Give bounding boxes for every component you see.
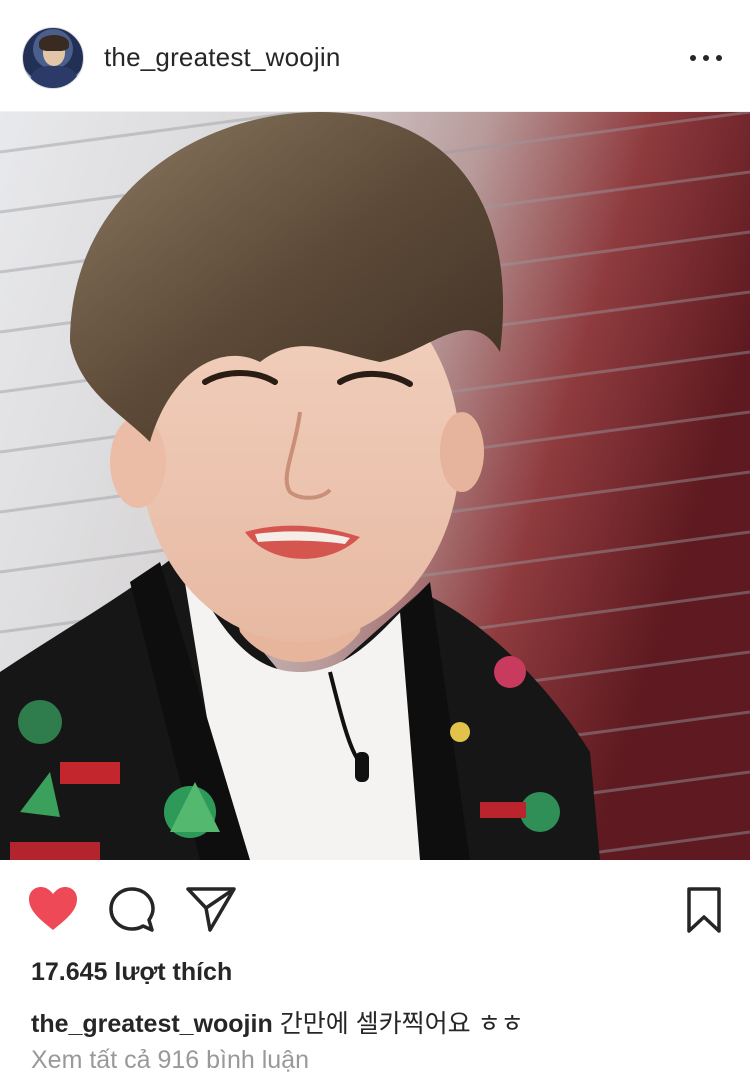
more-options-icon[interactable] bbox=[690, 50, 722, 66]
caption-text: 간만에 셀카찍어요 ㅎㅎ bbox=[279, 1010, 524, 1038]
bookmark-icon[interactable] bbox=[686, 886, 722, 934]
view-all-comments-link[interactable]: Xem tất cả 916 bình luận bbox=[31, 1046, 309, 1075]
post-photo[interactable] bbox=[0, 112, 750, 860]
paper-plane-icon[interactable] bbox=[186, 886, 236, 932]
comment-bubble-icon[interactable] bbox=[108, 886, 156, 934]
username-link[interactable]: the_greatest_woojin bbox=[104, 42, 341, 73]
avatar-shirt bbox=[31, 66, 77, 88]
more-dot bbox=[703, 55, 709, 61]
avatar[interactable] bbox=[22, 27, 84, 89]
avatar-hair bbox=[39, 35, 69, 51]
post-photo-art bbox=[0, 112, 750, 860]
more-dot bbox=[716, 55, 722, 61]
caption-username[interactable]: the_greatest_woojin bbox=[31, 1010, 273, 1038]
post-actions bbox=[0, 860, 750, 960]
caption: the_greatest_woojin 간만에 셀카찍어요 ㅎㅎ bbox=[31, 1004, 524, 1040]
heart-filled-icon[interactable] bbox=[28, 886, 78, 932]
post-header: the_greatest_woojin bbox=[0, 0, 750, 112]
more-dot bbox=[690, 55, 696, 61]
likes-count[interactable]: 17.645 lượt thích bbox=[31, 958, 232, 987]
